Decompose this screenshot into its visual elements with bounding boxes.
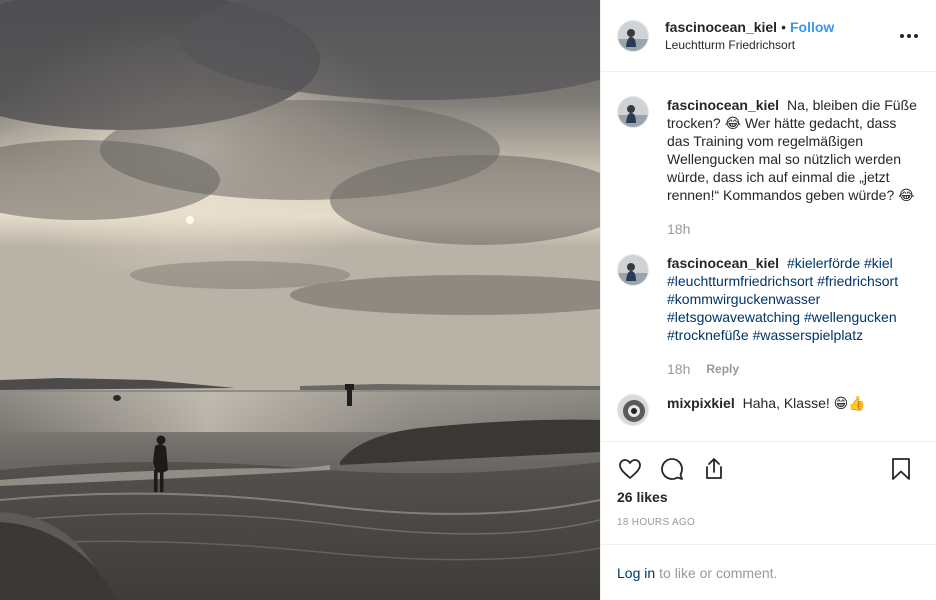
bookmark-icon[interactable] (888, 456, 914, 482)
hashtag-comment: fascinocean_kiel #kielerförde #kiel #leu… (617, 254, 920, 378)
comment-time[interactable]: 18h (667, 221, 690, 237)
avatar-image (618, 97, 648, 127)
comment-username[interactable]: fascinocean_kiel (667, 97, 779, 113)
hashtag-list: fascinocean_kiel #kielerförde #kiel #leu… (667, 254, 920, 344)
follow-button[interactable]: Follow (790, 18, 834, 36)
post-header: fascinocean_kiel • Follow Leuchtturm Fri… (601, 0, 936, 72)
login-prompt-text: to like or comment. (659, 564, 778, 581)
avatar-image (618, 395, 648, 425)
avatar[interactable] (617, 254, 649, 286)
caption-comment: fascinocean_kiel Na, bleiben die Füße tr… (617, 96, 920, 238)
reply-comment: mixpixkiel Haha, Klasse! 😁👍 (617, 394, 920, 426)
hashtag-link[interactable]: #kiel (864, 255, 893, 271)
hashtag-link[interactable]: #kielerförde (787, 255, 860, 271)
avatar[interactable] (617, 19, 649, 52)
hashtag-link[interactable]: #wellengucken (804, 309, 897, 325)
location-link[interactable]: Leuchtturm Friedrichsort (665, 36, 834, 54)
login-prompt: Log in to like or comment. (601, 544, 936, 600)
header-separator: • (781, 18, 786, 35)
avatar-image (618, 20, 648, 51)
hashtag-link[interactable]: #wasserspielplatz (753, 327, 864, 343)
hashtag-link[interactable]: #letsgowavewatching (667, 309, 800, 325)
comment-text: Haha, Klasse! 😁👍 (742, 395, 866, 411)
post-actions: 26 likes 18 HOURS AGO (601, 441, 936, 530)
comment-icon[interactable] (659, 456, 685, 482)
comments-list: fascinocean_kiel Na, bleiben die Füße tr… (601, 72, 936, 441)
post-timestamp[interactable]: 18 HOURS AGO (617, 516, 920, 530)
seascape-photo (0, 0, 600, 600)
comment-username[interactable]: fascinocean_kiel (667, 255, 779, 271)
reply-button[interactable]: Reply (706, 362, 739, 376)
heart-icon[interactable] (617, 456, 643, 482)
avatar[interactable] (617, 394, 649, 426)
hashtag-link[interactable]: #trocknefüße (667, 327, 749, 343)
avatar[interactable] (617, 96, 649, 128)
avatar-image (618, 255, 648, 285)
hashtag-link[interactable]: #friedrichsort (817, 273, 898, 289)
comment-time[interactable]: 18h (667, 361, 690, 377)
hashtag-link[interactable]: #kommwirguckenwasser (667, 291, 820, 307)
hashtag-link[interactable]: #leuchtturmfriedrichsort (667, 273, 813, 289)
login-link[interactable]: Log in (617, 565, 655, 581)
header-username[interactable]: fascinocean_kiel (665, 18, 777, 36)
comment-username[interactable]: mixpixkiel (667, 395, 735, 411)
post-photo[interactable] (0, 0, 600, 600)
post-container: fascinocean_kiel • Follow Leuchtturm Fri… (0, 0, 936, 600)
more-options-icon[interactable] (900, 27, 918, 45)
share-icon[interactable] (701, 456, 727, 482)
post-side-panel: fascinocean_kiel • Follow Leuchtturm Fri… (600, 0, 936, 600)
